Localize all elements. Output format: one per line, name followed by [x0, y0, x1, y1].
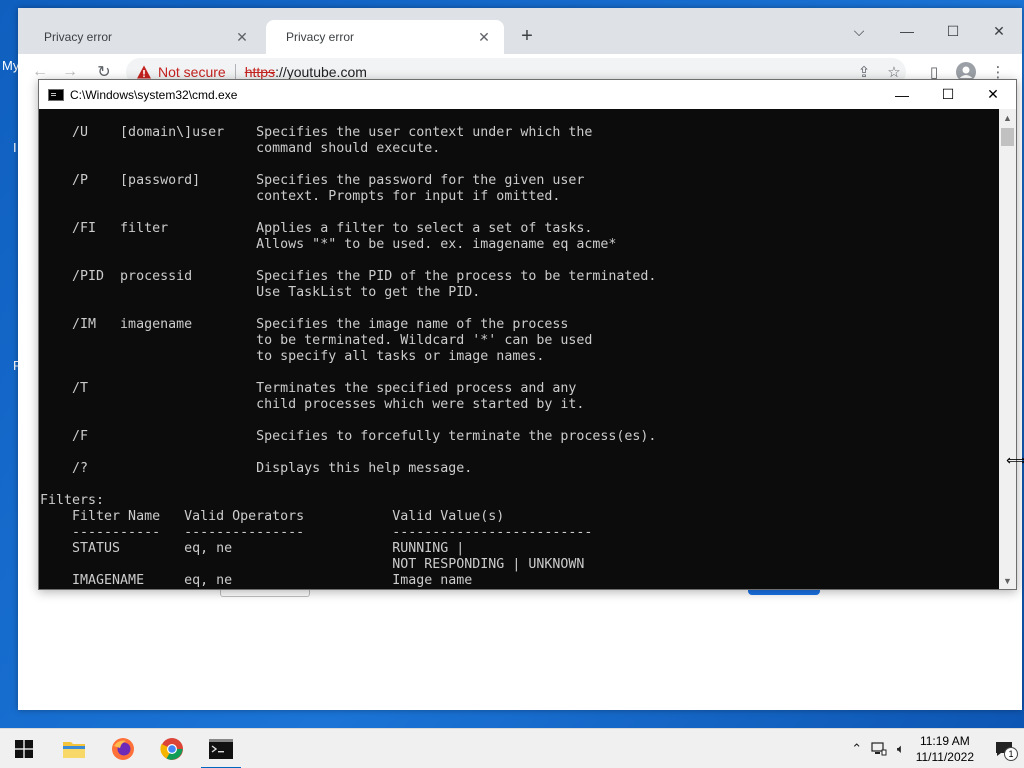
console-line: NOT RESPONDING | UNKNOWN — [40, 557, 585, 572]
console-line: STATUS eq, ne RUNNING | — [40, 541, 465, 556]
console-line: /P [password] Specifies the password for… — [40, 173, 585, 188]
network-icon[interactable] — [868, 729, 890, 768]
console-line: context. Prompts for input if omitted. — [40, 189, 561, 204]
tab-title: Privacy error — [44, 30, 113, 44]
system-tray: ⌃ 🔈︎ 11:19 AM 11/11/2022 1 — [846, 729, 1024, 768]
close-icon[interactable]: ✕ — [476, 29, 492, 45]
desktop-icon-label[interactable]: My — [2, 58, 19, 73]
tab-title: Privacy error — [286, 30, 355, 44]
chevron-up-icon[interactable]: ⌃ — [846, 729, 868, 768]
notification-badge: 1 — [1004, 747, 1018, 761]
clock[interactable]: 11:19 AM 11/11/2022 — [916, 733, 974, 765]
cmd-taskbar-button[interactable] — [197, 729, 245, 768]
cmd-minimize-button[interactable]: — — [879, 80, 925, 109]
resize-cursor-icon: ⟺ — [1006, 452, 1024, 468]
tab-privacy-error-1[interactable]: Privacy error ✕ — [24, 20, 262, 54]
tab-strip: Privacy error ✕ Privacy error ✕ + ⌵ — ☐ … — [18, 8, 1022, 54]
cmd-titlebar[interactable]: C:\Windows\system32\cmd.exe — ☐ ✕ — [39, 80, 1016, 109]
clock-time: 11:19 AM — [919, 734, 970, 748]
console-line: IMAGENAME eq, ne Image name — [40, 573, 473, 588]
taskbar: ⌃ 🔈︎ 11:19 AM 11/11/2022 1 — [0, 728, 1024, 768]
new-tab-button[interactable]: + — [516, 26, 538, 48]
firefox-icon — [112, 738, 134, 760]
console-text: /U [domain\]user Specifies the user cont… — [40, 125, 656, 589]
close-icon[interactable]: ✕ — [234, 29, 250, 45]
console-output[interactable]: /U [domain\]user Specifies the user cont… — [39, 109, 999, 589]
tab-privacy-error-2[interactable]: Privacy error ✕ — [266, 20, 504, 54]
console-line: Filters: — [40, 493, 105, 508]
console-line: command should execute. — [40, 141, 441, 156]
start-button[interactable] — [0, 729, 48, 768]
scroll-up-arrow-icon[interactable]: ▲ — [999, 109, 1016, 126]
url-host: ://youtube.com — [275, 64, 367, 80]
console-line: /U [domain\]user Specifies the user cont… — [40, 125, 593, 140]
folder-icon — [63, 742, 85, 758]
console-line: to be terminated. Wildcard '*' can be us… — [40, 333, 593, 348]
console-line: /PID processid Specifies the PID of the … — [40, 269, 657, 284]
console-line: to specify all tasks or image names. — [40, 349, 545, 364]
volume-icon[interactable]: 🔈︎ — [890, 729, 912, 768]
console-line: ----------- --------------- ------------… — [40, 525, 593, 540]
console-line: child processes which were started by it… — [40, 397, 585, 412]
vertical-scrollbar[interactable]: ▲ ▼ — [999, 109, 1016, 589]
clock-date: 11/11/2022 — [915, 750, 974, 764]
cmd-maximize-button[interactable]: ☐ — [925, 80, 971, 109]
console-line: /F Specifies to forcefully terminate the… — [40, 429, 657, 444]
maximize-button[interactable]: ☐ — [930, 16, 976, 46]
separator — [234, 64, 236, 80]
console-line: Allows "*" to be used. ex. imagename eq … — [40, 237, 617, 252]
scrollbar-thumb[interactable] — [1001, 128, 1014, 146]
cmd-app-icon[interactable] — [48, 88, 64, 101]
cmd-close-button[interactable]: ✕ — [970, 80, 1016, 109]
console-line: /FI filter Applies a filter to select a … — [40, 221, 593, 236]
file-explorer-button[interactable] — [50, 729, 98, 768]
console-line: /T Terminates the specified process and … — [40, 381, 577, 396]
desktop-icon-label[interactable]: I — [13, 140, 17, 155]
close-window-button[interactable]: ✕ — [976, 16, 1022, 46]
tab-search-icon[interactable]: ⌵ — [836, 16, 882, 46]
firefox-button[interactable] — [99, 729, 147, 768]
console-line: Filter Name Valid Operators Valid Value(… — [40, 509, 505, 524]
console-line: /? Displays this help message. — [40, 461, 473, 476]
not-secure-label[interactable]: Not secure — [158, 64, 226, 80]
url-scheme: https — [244, 64, 276, 80]
cmd-window: C:\Windows\system32\cmd.exe — ☐ ✕ /U [do… — [38, 79, 1017, 590]
chrome-button[interactable] — [148, 729, 196, 768]
scroll-down-arrow-icon[interactable]: ▼ — [999, 572, 1016, 589]
minimize-button[interactable]: — — [884, 16, 930, 46]
notification-center-button[interactable]: 1 — [984, 729, 1024, 768]
cmd-window-title: C:\Windows\system32\cmd.exe — [70, 87, 238, 102]
console-line: Use TaskList to get the PID. — [40, 285, 481, 300]
windows-logo-icon — [15, 740, 33, 758]
warning-icon[interactable] — [136, 64, 152, 80]
console-line: /IM imagename Specifies the image name o… — [40, 317, 569, 332]
chrome-icon — [160, 738, 183, 760]
terminal-icon — [209, 739, 233, 759]
